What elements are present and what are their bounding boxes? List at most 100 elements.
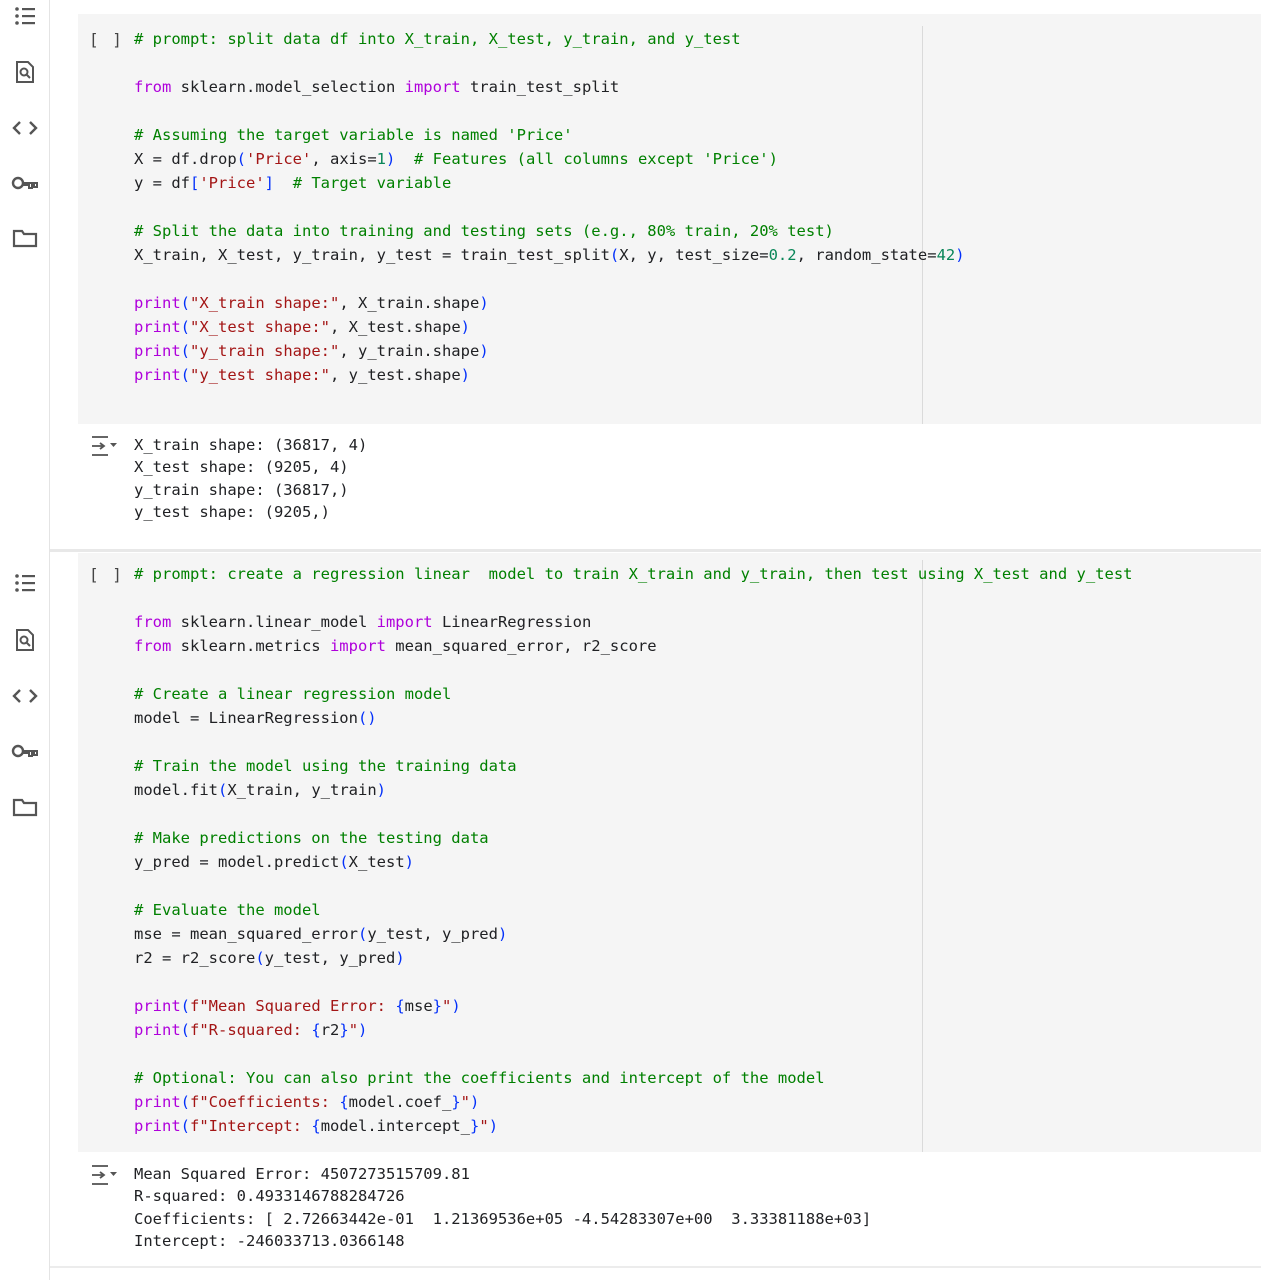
code-token: 0.2 xyxy=(768,246,797,264)
code-token: 42 xyxy=(936,246,956,264)
code-token: ( xyxy=(180,294,191,312)
run-cell-button[interactable]: [ ] xyxy=(89,30,124,49)
code-token: ) xyxy=(479,342,489,360)
output-toggle-icon[interactable] xyxy=(90,434,118,458)
code-line: X_train, X_test, y_train, y_test = train… xyxy=(134,243,965,267)
code-token: X_test xyxy=(348,853,405,871)
code-token: ( xyxy=(180,1021,191,1039)
code-token: y = df xyxy=(134,174,190,192)
code-token: [ xyxy=(190,174,200,192)
code-token: "X_test shape:" xyxy=(190,318,330,336)
code-token: "X_train shape:" xyxy=(190,294,340,312)
code-token: } xyxy=(432,997,443,1015)
code-token: ( xyxy=(180,1117,191,1135)
run-cell-button[interactable]: [ ] xyxy=(89,565,124,584)
code-line: print(f"Intercept: {model.intercept_}") xyxy=(134,1114,1133,1138)
code-line: # Evaluate the model xyxy=(134,898,1133,922)
output-line: X_train shape: (36817, 4) xyxy=(134,436,368,454)
code-line: model.fit(X_train, y_train) xyxy=(134,778,1133,802)
code-token: # Train the model using the training dat… xyxy=(134,757,517,775)
code-token: r2 xyxy=(320,1021,340,1039)
code-token: " xyxy=(479,1117,489,1135)
code-token: ( xyxy=(236,150,246,168)
code-token: mse xyxy=(404,997,433,1015)
code-token: , random_state= xyxy=(796,246,937,264)
code-line: # Assuming the target variable is named … xyxy=(134,123,965,147)
code-token: # Assuming the target variable is named … xyxy=(134,126,573,144)
code-token: ) xyxy=(470,1093,480,1111)
code-token: ) xyxy=(497,925,508,943)
output-line: Mean Squared Error: 4507273515709.81 xyxy=(134,1165,470,1183)
code-token: " xyxy=(348,1021,359,1039)
code-token: X, y, test_size= xyxy=(619,246,769,264)
secrets-key-icon[interactable] xyxy=(9,167,41,199)
code-token: X = df.drop xyxy=(134,150,237,168)
code-token: ( xyxy=(357,925,368,943)
code-token: ) xyxy=(395,949,405,967)
table-of-contents-icon[interactable] xyxy=(9,567,41,599)
table-of-contents-icon[interactable] xyxy=(9,0,41,32)
code-token: y_test, y_pred xyxy=(367,925,498,943)
cell-output: Mean Squared Error: 4507273515709.81 R-sq… xyxy=(134,1163,871,1252)
code-token: print xyxy=(134,366,181,384)
secrets-key-icon[interactable] xyxy=(9,735,41,767)
code-token: , X_train.shape xyxy=(339,294,480,312)
code-token: ( xyxy=(180,318,191,336)
code-token: model.fit xyxy=(134,781,218,799)
find-icon[interactable] xyxy=(9,56,41,88)
files-folder-icon[interactable] xyxy=(9,791,41,823)
code-token: # Evaluate the model xyxy=(134,901,321,919)
code-line: print("X_test shape:", X_test.shape) xyxy=(134,315,965,339)
code-token: # Make predictions on the testing data xyxy=(134,829,489,847)
code-token: 'Price' xyxy=(246,150,312,168)
code-token: } xyxy=(470,1117,480,1135)
code-token: ] xyxy=(264,174,275,192)
code-token: sklearn.model_selection xyxy=(171,78,405,96)
code-line: print(f"Mean Squared Error: {mse}") xyxy=(134,994,1133,1018)
code-line: y = df['Price'] # Target variable xyxy=(134,171,965,195)
code-line: # prompt: create a regression linear mod… xyxy=(134,562,1133,586)
code-token: ( xyxy=(180,997,191,1015)
code-token: model.intercept_ xyxy=(320,1117,470,1135)
code-line: # Split the data into training and testi… xyxy=(134,219,965,243)
code-token: import xyxy=(404,78,461,96)
files-folder-icon[interactable] xyxy=(9,222,41,254)
code-token: ( xyxy=(255,949,265,967)
code-token: , y_train.shape xyxy=(339,342,480,360)
code-snippets-icon[interactable] xyxy=(9,680,41,712)
code-token: { xyxy=(339,1093,349,1111)
code-snippets-icon[interactable] xyxy=(9,112,41,144)
code-token: print xyxy=(134,1117,181,1135)
code-line: from sklearn.metrics import mean_squared… xyxy=(134,634,1133,658)
code-line: # Optional: You can also print the coeff… xyxy=(134,1066,1133,1090)
code-token: ( xyxy=(339,853,349,871)
code-token: X_train, y_train xyxy=(227,781,377,799)
code-token: y_test, y_pred xyxy=(264,949,396,967)
code-token: () xyxy=(357,709,377,727)
find-icon[interactable] xyxy=(9,624,41,656)
cell-separator xyxy=(50,549,1261,552)
code-line: print("y_train shape:", y_train.shape) xyxy=(134,339,965,363)
code-token: print xyxy=(134,342,181,360)
code-text[interactable]: # prompt: create a regression linear mod… xyxy=(134,562,1133,1138)
code-token: mse = mean_squared_error xyxy=(134,925,358,943)
code-line: y_pred = model.predict(X_test) xyxy=(134,850,1133,874)
code-token: ( xyxy=(180,366,191,384)
code-token: { xyxy=(395,997,405,1015)
code-token: ) xyxy=(358,1021,368,1039)
output-toggle-icon[interactable] xyxy=(90,1163,118,1187)
code-token: " xyxy=(442,997,452,1015)
code-token: 'Price' xyxy=(199,174,265,192)
code-token: " xyxy=(460,1093,471,1111)
code-token: # Split the data into training and testi… xyxy=(134,222,834,240)
code-text[interactable]: # prompt: split data df into X_train, X_… xyxy=(134,27,965,387)
code-token: f"Intercept: xyxy=(190,1117,312,1135)
code-line: from sklearn.linear_model import LinearR… xyxy=(134,610,1133,634)
